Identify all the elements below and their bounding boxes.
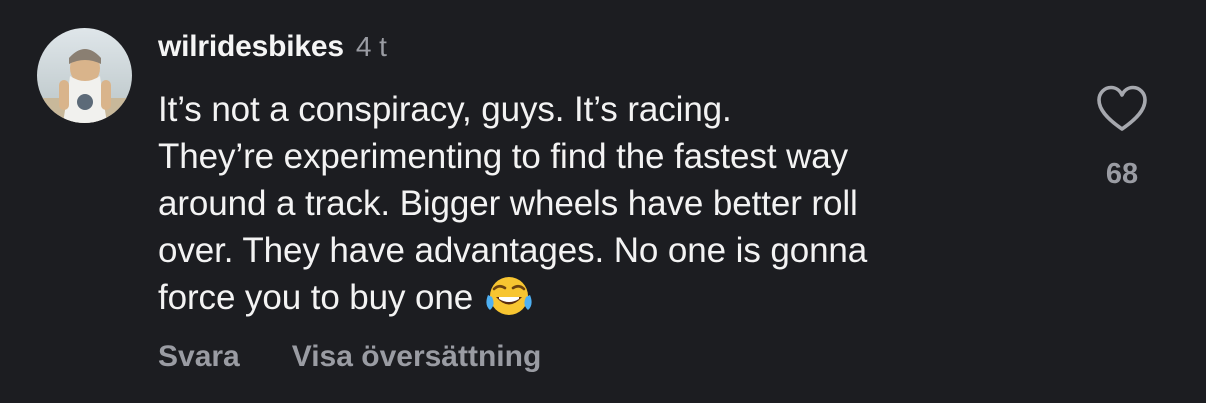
like-count: 68: [1105, 158, 1139, 190]
username-link[interactable]: wilridesbikes: [158, 30, 344, 64]
comment-body: It’s not a conspiracy, guys. It’s racing…: [158, 86, 1058, 329]
timestamp: 4 t: [355, 31, 387, 62]
translate-button[interactable]: Visa översättning: [292, 340, 542, 374]
like-button[interactable]: [1096, 84, 1148, 134]
comment-line: It’s not a conspiracy, guys. It’s racing…: [158, 90, 732, 129]
comment-line-last: force you to buy one: [158, 274, 1058, 329]
avatar-image: [37, 28, 132, 123]
reply-button[interactable]: Svara: [158, 340, 240, 374]
heart-outline-icon: [1097, 85, 1147, 131]
comment-actions: Svara Visa översättning: [158, 340, 541, 374]
comment-header: wilridesbikes 4 t: [158, 30, 387, 74]
comment-line-text: force you to buy one: [158, 278, 474, 317]
comment-line: around a track. Bigger wheels have bette…: [158, 184, 858, 223]
avatar[interactable]: [37, 28, 132, 123]
comment-line: over. They have advantages. No one is go…: [158, 231, 868, 270]
comment-line: They’re experimenting to find the fastes…: [158, 137, 849, 176]
tears-of-joy-emoji-icon: [485, 275, 533, 329]
